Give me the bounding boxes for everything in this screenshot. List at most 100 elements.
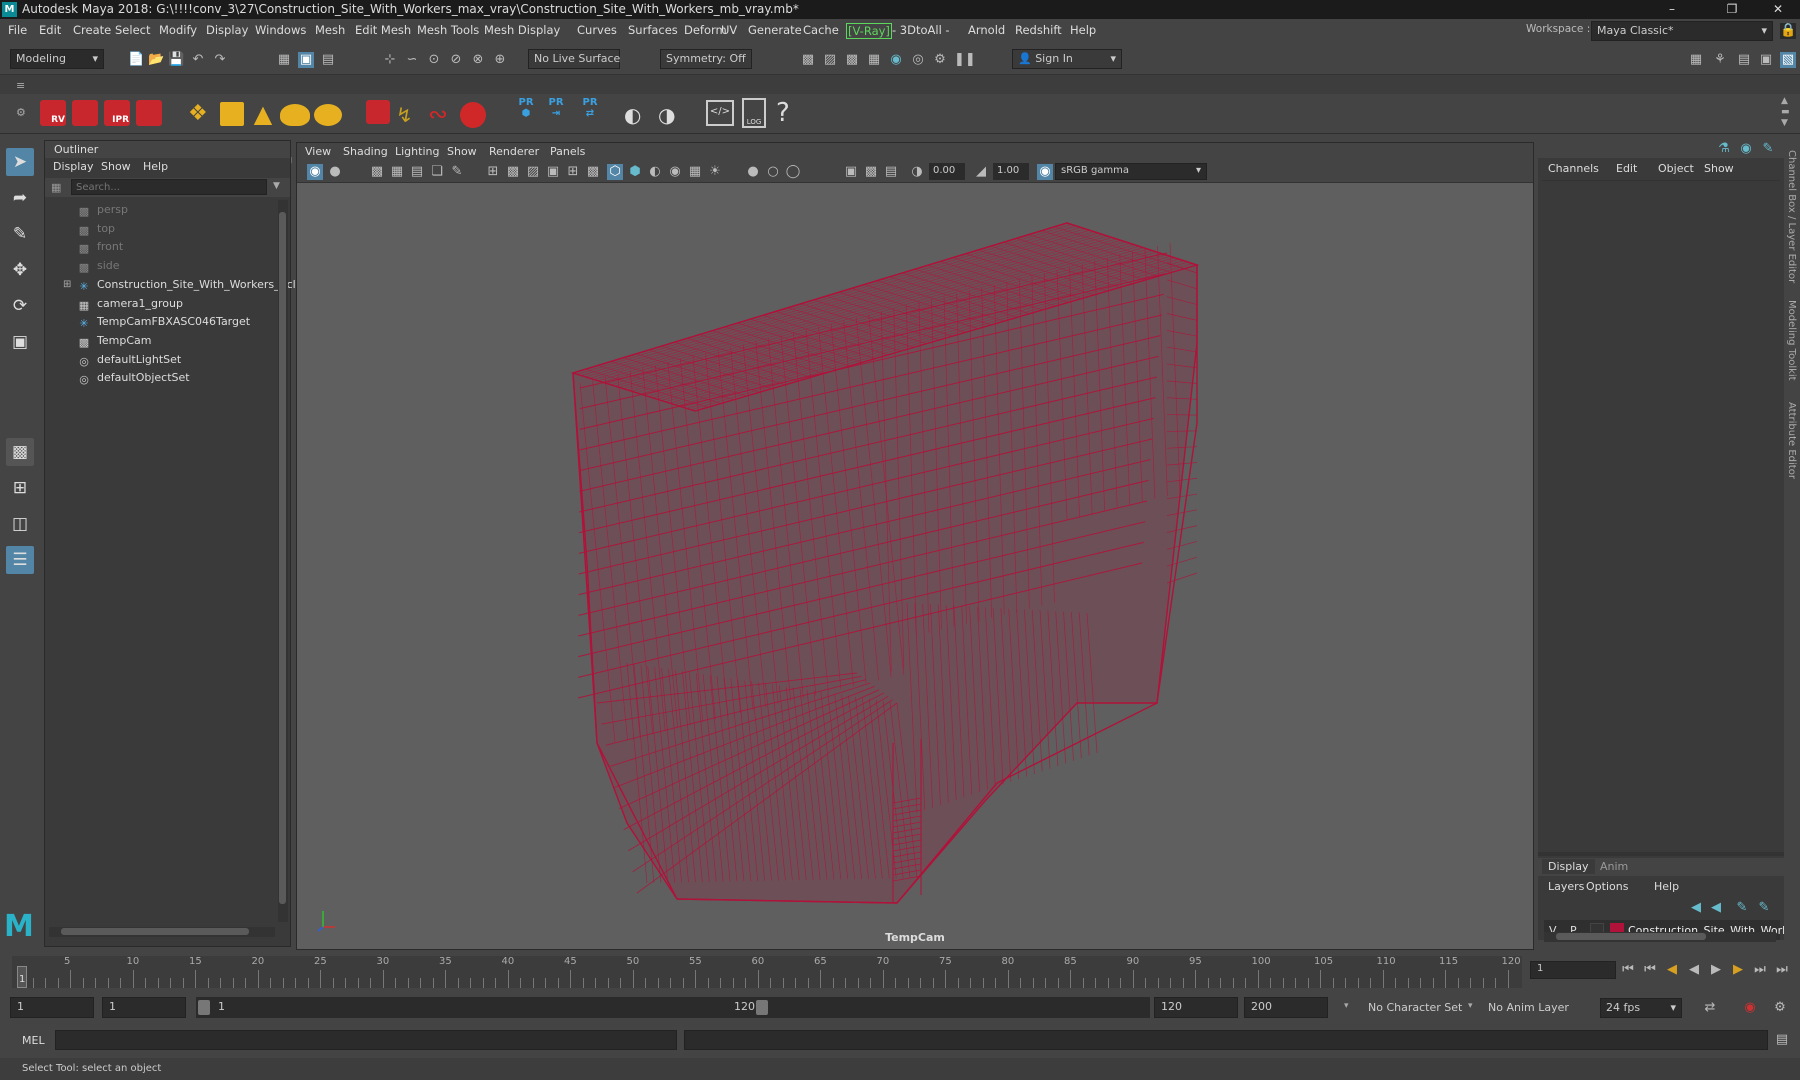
viewport-menu-renderer[interactable]: Renderer (489, 145, 539, 158)
modeling-toolkit-icon[interactable]: ▦ (1688, 52, 1704, 68)
outliner-menu-help[interactable]: Help (143, 160, 168, 173)
script-editor-icon[interactable]: ▤ (1774, 1032, 1790, 1048)
snap-curve-icon[interactable]: ∽ (404, 52, 420, 68)
mode-dropdown[interactable]: Modeling ▾ (10, 49, 104, 69)
save-scene-icon[interactable]: 💾 (168, 52, 184, 68)
2d-pan-icon[interactable]: ❏ (429, 164, 445, 180)
pause-render-icon[interactable]: ❚❚ (954, 52, 976, 68)
sign-in-button[interactable]: 👤 Sign In ▾ (1012, 49, 1122, 69)
menu-surfaces[interactable]: Surfaces (628, 23, 678, 37)
image-plane-icon[interactable]: ▤ (409, 164, 425, 180)
redshift-sun-light-icon[interactable] (314, 104, 342, 126)
side-tab-attribute-editor[interactable]: Attribute Editor (1786, 402, 1797, 479)
paint-select-tool-icon[interactable]: ✎ (6, 220, 34, 248)
attribute-editor-icon[interactable]: ▤ (1736, 52, 1752, 68)
range-end-handle[interactable] (756, 1000, 768, 1015)
single-perspective-layout-icon[interactable]: ▩ (6, 438, 34, 466)
new-layer-selected-icon[interactable]: ✎ (1756, 900, 1772, 916)
select-hierarchy-icon[interactable]: ▦ (276, 52, 292, 68)
menu-file[interactable]: File (8, 23, 27, 37)
use-all-lights-icon[interactable]: ▦ (687, 164, 703, 180)
layer-menu-layers[interactable]: Layers (1548, 880, 1584, 893)
menu-curves[interactable]: Curves (577, 23, 617, 37)
outliner-item[interactable]: ▩ persp (79, 203, 128, 221)
channel-box-icon[interactable]: ▧ (1780, 52, 1796, 68)
anim-layer-label[interactable]: No Anim Layer (1488, 1001, 1569, 1014)
redshift-pr-icon-3[interactable]: PR ⇄ (578, 97, 602, 129)
outliner-search-input[interactable] (71, 179, 267, 195)
menu-edit[interactable]: Edit (39, 23, 61, 37)
menu-v-ray[interactable]: [V-Ray] (846, 23, 892, 39)
scale-tool-icon[interactable]: ▣ (6, 328, 34, 356)
shelf-menu-icon[interactable]: ≡ (16, 79, 25, 92)
menu-windows[interactable]: Windows (255, 23, 306, 37)
step-forward-frame-icon[interactable]: ▶ (1730, 962, 1746, 978)
redshift-volume-icon[interactable] (366, 100, 390, 124)
outliner-layout-icon[interactable]: ☰ (6, 546, 34, 574)
channel-menu-edit[interactable]: Edit (1616, 162, 1637, 175)
auto-key-icon[interactable]: ◉ (1742, 1000, 1758, 1016)
viewport-menu-show[interactable]: Show (447, 145, 477, 158)
xray-icon[interactable]: ● (745, 164, 761, 180)
viewport-menu-view[interactable]: View (305, 145, 331, 158)
new-scene-icon[interactable]: 📄 (128, 52, 144, 68)
channel-menu-object[interactable]: Object (1658, 162, 1694, 175)
film-gate-icon[interactable]: ▩ (505, 164, 521, 180)
maximize-button[interactable]: ❐ (1712, 0, 1752, 19)
outliner-item[interactable]: ✳ Construction_Site_With_Workers_ncl ⊞ (63, 278, 296, 296)
outliner-item[interactable]: ◎ defaultLightSet (79, 353, 181, 371)
range-slider[interactable]: 1 120 (196, 997, 1150, 1018)
menu-3dtoall[interactable]: - 3DtoAll - (892, 23, 950, 37)
scroll-thumb[interactable] (61, 928, 249, 935)
shelf-scroll-icon[interactable]: ▲ ▬ ▼ (1781, 96, 1790, 129)
live-surface-field[interactable]: No Live Surface (528, 49, 620, 69)
ambient-occlusion-icon[interactable]: ▣ (843, 164, 859, 180)
snap-grid-icon[interactable]: ⊹ (382, 52, 398, 68)
gamma-icon[interactable]: ◢ (973, 164, 989, 180)
layer-menu-help[interactable]: Help (1654, 880, 1679, 893)
resolution-gate-icon[interactable]: ▨ (525, 164, 541, 180)
menu-arnold[interactable]: Arnold (968, 23, 1005, 37)
mel-label[interactable]: MEL (22, 1034, 45, 1047)
scroll-thumb[interactable] (279, 212, 286, 904)
render-camera-icon[interactable]: ◎ (910, 52, 926, 68)
new-layer-icon[interactable]: ✎ (1734, 900, 1750, 916)
exposure-icon[interactable]: ◑ (909, 164, 925, 180)
redshift-light-icon[interactable]: ▲ (252, 100, 274, 128)
outliner-item[interactable]: ✳ TempCamFBXASC046Target (79, 315, 250, 333)
anti-aliasing-icon[interactable]: ▤ (883, 164, 899, 180)
play-backwards-icon[interactable]: ◀ (1686, 962, 1702, 978)
outliner-item[interactable]: ◎ defaultObjectSet (79, 371, 189, 389)
menu-mesh-display[interactable]: Mesh Display (484, 23, 560, 37)
redshift-material-bowl-icon[interactable]: ◐ (624, 102, 652, 128)
render-view-icon[interactable]: ▩ (800, 52, 816, 68)
tool-settings-icon[interactable]: ✎ (1760, 141, 1776, 157)
smooth-shade-icon[interactable]: ⬢ (627, 164, 643, 180)
motion-blur-icon[interactable]: ▩ (863, 164, 879, 180)
redshift-render-view-icon[interactable]: RV (40, 100, 66, 126)
chevron-down-icon[interactable]: ▼ (273, 181, 280, 191)
loop-icon[interactable]: ⇄ (1702, 1000, 1718, 1016)
lasso-tool-icon[interactable]: ➦ (6, 184, 34, 212)
time-slider[interactable]: 5 10 15 20 25 30 35 40 45 50 55 60 65 70 75 80 85 90 95 100… (0, 952, 1800, 992)
wireframe-building-model[interactable] (297, 183, 1533, 949)
viewport-menu-panels[interactable]: Panels (550, 145, 585, 158)
select-tool-icon[interactable]: ➤ (6, 148, 34, 176)
textured-icon[interactable]: ◉ (667, 164, 683, 180)
symmetry-dropdown[interactable]: Symmetry: Off (660, 49, 752, 69)
shadows-icon[interactable]: ☀ (707, 164, 723, 180)
menu-select[interactable]: Select (115, 23, 150, 37)
help-icon[interactable]: ? (776, 98, 796, 128)
move-tool-icon[interactable]: ✥ (6, 256, 34, 284)
playback-start-field[interactable]: 1 (102, 997, 186, 1018)
bookmarks-icon[interactable]: ▦ (389, 164, 405, 180)
minimize-button[interactable]: – (1652, 0, 1692, 19)
redshift-pr-icon-2[interactable]: PR ⇥ (546, 97, 566, 129)
wireframe-icon[interactable]: ⬡ (607, 164, 623, 180)
chevron-down-icon[interactable]: ▾ (1468, 1001, 1473, 1011)
workspace-dropdown[interactable]: Maya Classic* ▾ (1591, 21, 1773, 41)
snap-edge-icon[interactable]: ⊕ (492, 52, 508, 68)
channel-menu-show[interactable]: Show (1704, 162, 1734, 175)
menu-uv[interactable]: UV (721, 23, 737, 37)
expand-icon[interactable]: ⊞ (63, 279, 71, 290)
